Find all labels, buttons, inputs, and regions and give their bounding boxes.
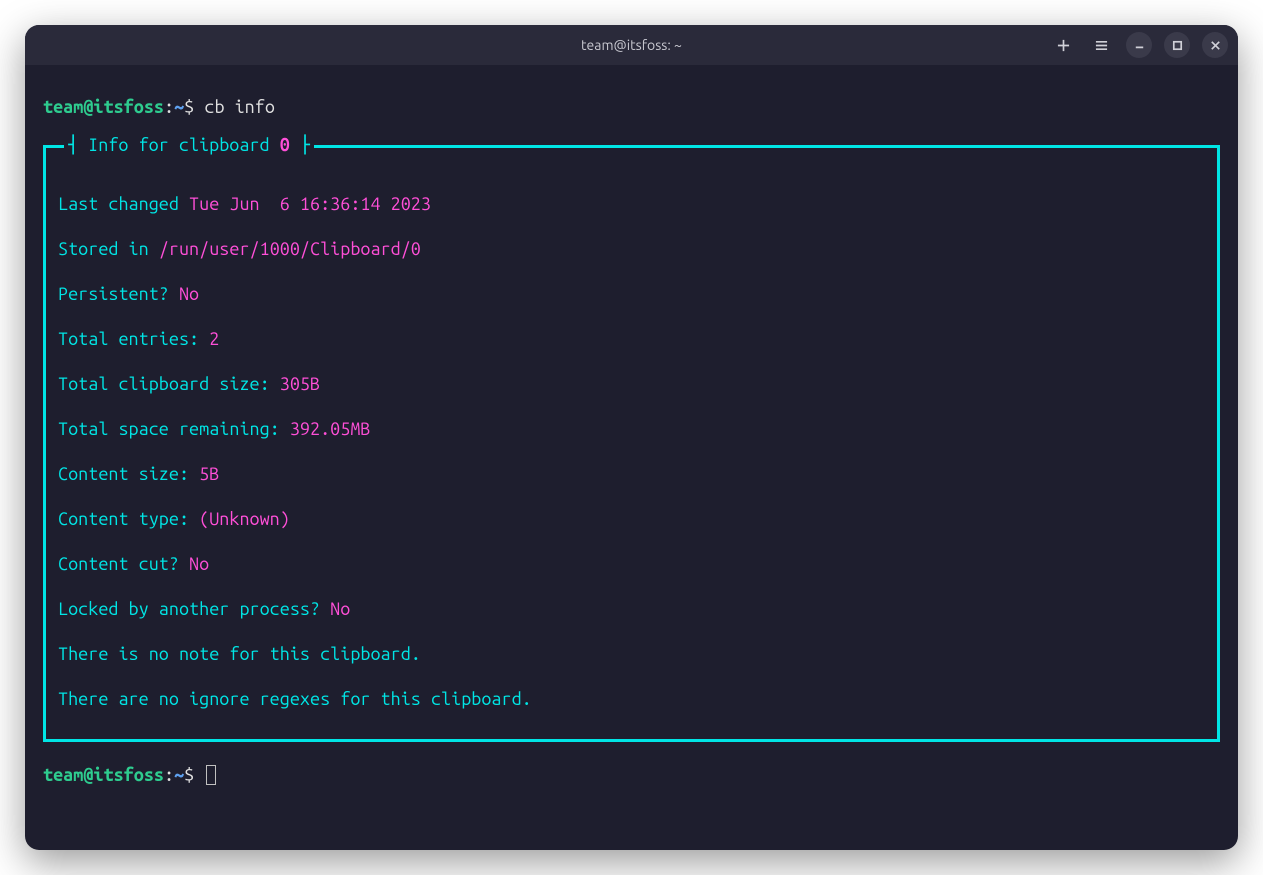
last-changed-value: Tue Jun 6 16:36:14 2023: [189, 194, 431, 214]
line-last-changed: Last changed Tue Jun 6 16:36:14 2023: [56, 193, 1207, 216]
prompt-line-1: team@itsfoss:~$ cb info: [43, 96, 1220, 119]
prompt-path-2: ~: [174, 765, 184, 785]
title-bracket-left: ┤: [68, 135, 88, 155]
space-remaining-label: Total space remaining:: [58, 419, 290, 439]
space-remaining-value: 392.05MB: [290, 419, 371, 439]
line-content-size: Content size: 5B: [56, 463, 1207, 486]
terminal-body[interactable]: team@itsfoss:~$ cb info ┤ Info for clipb…: [25, 65, 1238, 850]
line-total-entries: Total entries: 2: [56, 328, 1207, 351]
persistent-value: No: [179, 284, 199, 304]
content-type-label: Content type:: [58, 509, 199, 529]
prompt-line-2: team@itsfoss:~$: [43, 764, 1220, 787]
info-box: ┤ Info for clipboard 0 ├ Last changed Tu…: [43, 145, 1220, 742]
line-persistent: Persistent? No: [56, 283, 1207, 306]
title-bracket-right: ├: [290, 135, 310, 155]
new-tab-button[interactable]: [1050, 32, 1076, 58]
line-locked: Locked by another process? No: [56, 598, 1207, 621]
prompt-user: team: [43, 97, 83, 117]
close-icon: [1209, 39, 1222, 52]
cursor: [206, 765, 216, 785]
plus-icon: [1057, 39, 1070, 52]
command-text: cb info: [204, 97, 275, 117]
terminal-window: team@itsfoss: ~ team@itsfoss:~$ cb info …: [25, 25, 1238, 850]
title-text: Info for clipboard: [88, 135, 280, 155]
total-size-value: 305B: [280, 374, 320, 394]
title-number: 0: [280, 135, 290, 155]
content-cut-label: Content cut?: [58, 554, 189, 574]
line-content-type: Content type: (Unknown): [56, 508, 1207, 531]
prompt-host: itsfoss: [93, 97, 164, 117]
locked-label: Locked by another process?: [58, 599, 330, 619]
locked-value: No: [330, 599, 350, 619]
content-size-value: 5B: [199, 464, 219, 484]
info-box-title: ┤ Info for clipboard 0 ├: [64, 134, 314, 157]
prompt-host-2: itsfoss: [93, 765, 164, 785]
menu-button[interactable]: [1088, 32, 1114, 58]
prompt-at-2: @: [83, 765, 93, 785]
prompt-dollar-2: $: [184, 765, 194, 785]
minimize-icon: [1133, 39, 1146, 52]
line-no-ignore: There are no ignore regexes for this cli…: [56, 688, 1207, 711]
prompt-at: @: [83, 97, 93, 117]
prompt-dollar: $: [184, 97, 194, 117]
line-no-note: There is no note for this clipboard.: [56, 643, 1207, 666]
total-entries-label: Total entries:: [58, 329, 209, 349]
window-title: team@itsfoss: ~: [581, 37, 682, 53]
line-total-size: Total clipboard size: 305B: [56, 373, 1207, 396]
content-size-label: Content size:: [58, 464, 199, 484]
total-entries-value: 2: [209, 329, 219, 349]
prompt-user-2: team: [43, 765, 83, 785]
titlebar-controls: [1050, 32, 1228, 58]
prompt-colon: :: [164, 97, 174, 117]
stored-in-value: /run/user/1000/Clipboard/0: [159, 239, 421, 259]
titlebar: team@itsfoss: ~: [25, 25, 1238, 65]
hamburger-icon: [1095, 39, 1108, 52]
minimize-button[interactable]: [1126, 32, 1152, 58]
line-content-cut: Content cut? No: [56, 553, 1207, 576]
prompt-path: ~: [174, 97, 184, 117]
maximize-icon: [1171, 39, 1184, 52]
content-type-value: (Unknown): [199, 509, 290, 529]
stored-in-label: Stored in: [58, 239, 159, 259]
line-space-remaining: Total space remaining: 392.05MB: [56, 418, 1207, 441]
last-changed-label: Last changed: [58, 194, 189, 214]
close-button[interactable]: [1202, 32, 1228, 58]
line-stored-in: Stored in /run/user/1000/Clipboard/0: [56, 238, 1207, 261]
total-size-label: Total clipboard size:: [58, 374, 280, 394]
content-cut-value: No: [189, 554, 209, 574]
prompt-colon-2: :: [164, 765, 174, 785]
maximize-button[interactable]: [1164, 32, 1190, 58]
persistent-label: Persistent?: [58, 284, 179, 304]
